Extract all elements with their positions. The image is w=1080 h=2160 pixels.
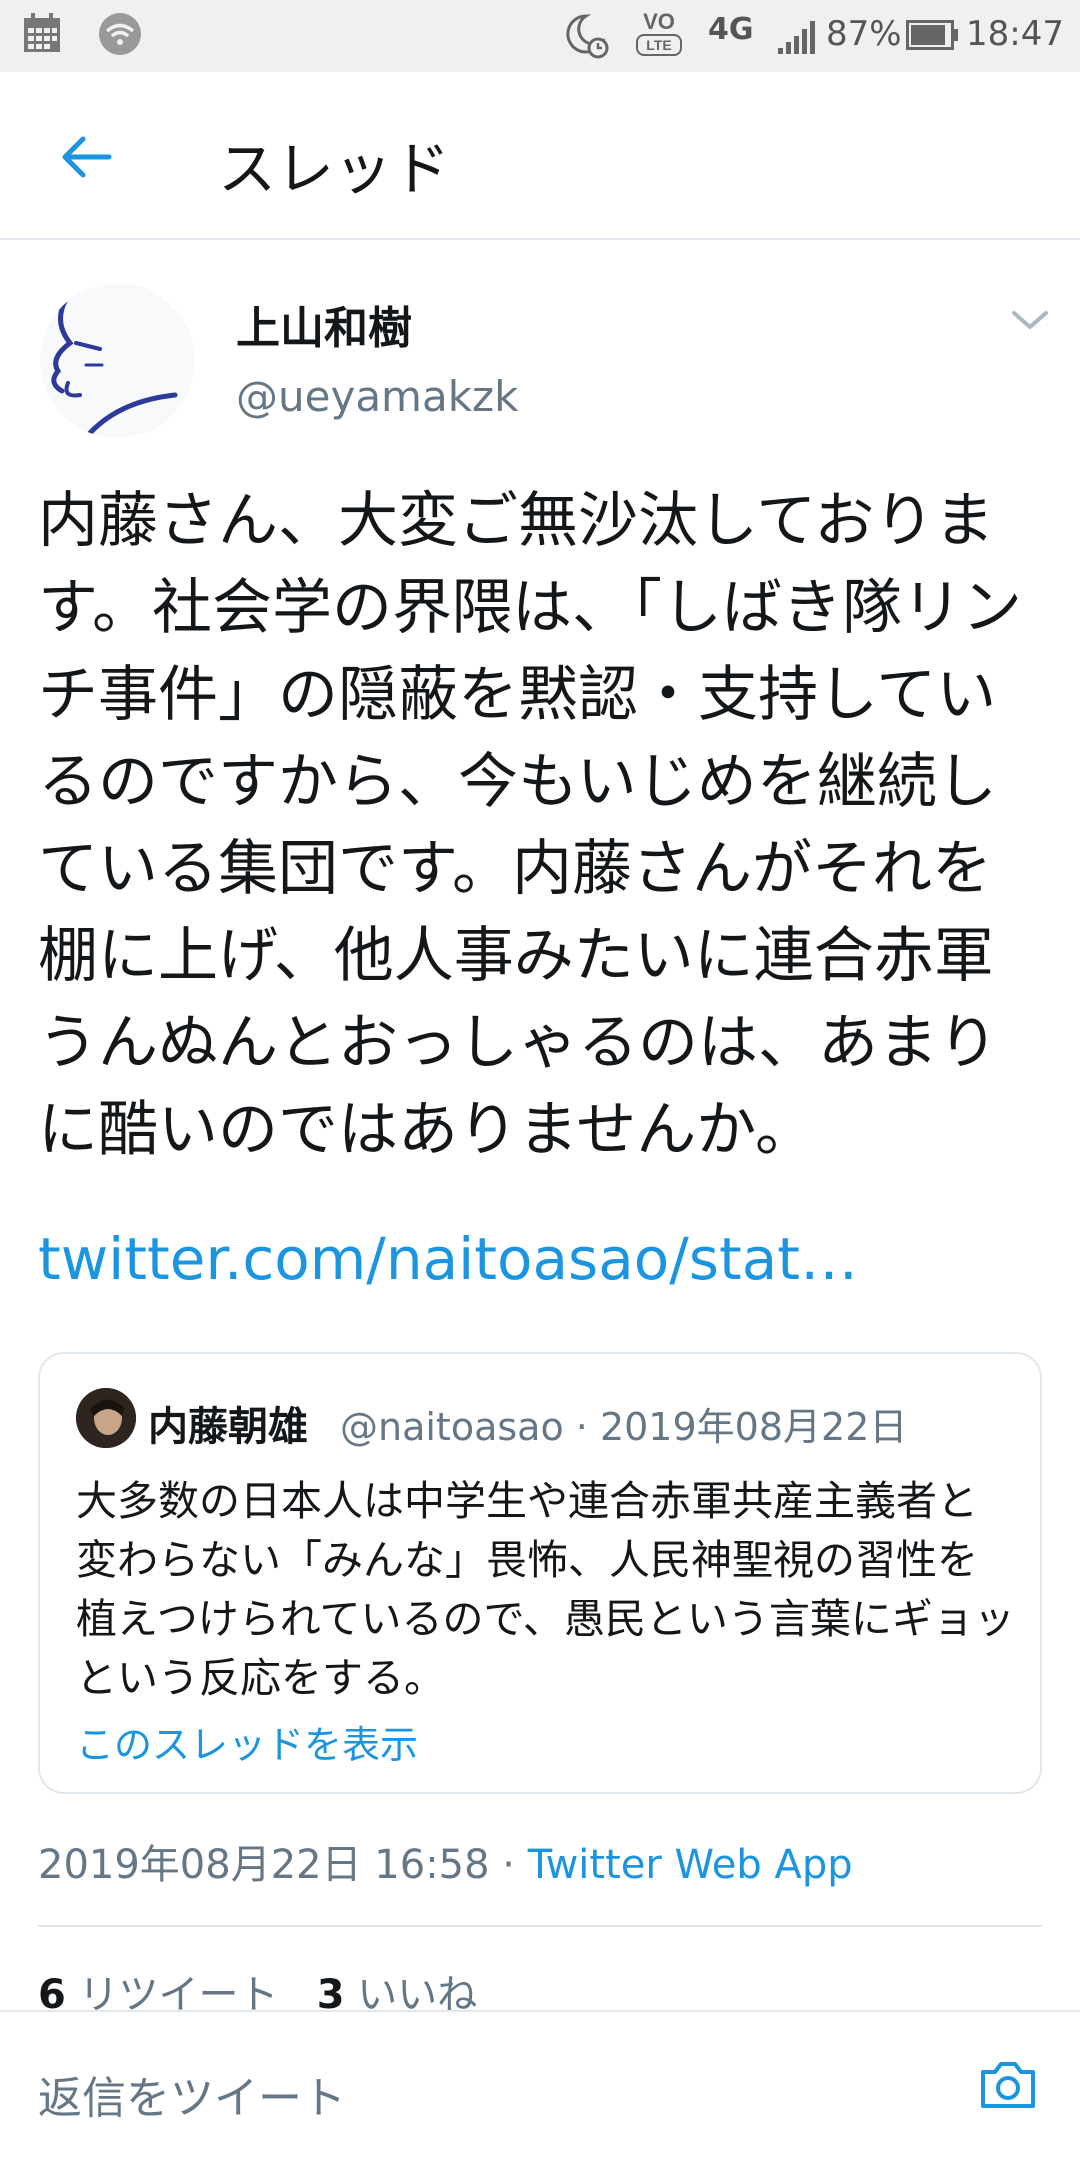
network-type: 4G bbox=[708, 12, 754, 47]
author-handle[interactable]: @ueyamakzk bbox=[236, 372, 518, 421]
app-header: スレッド bbox=[0, 72, 1080, 240]
volte-sub-label: LTE bbox=[636, 34, 682, 56]
camera-icon[interactable] bbox=[975, 2052, 1041, 2118]
quoted-meta: @naitoasao · 2019年08月22日 bbox=[340, 1396, 907, 1451]
page-title: スレッド bbox=[218, 135, 451, 203]
arrow-left-icon bbox=[62, 136, 112, 178]
quoted-tweet-card[interactable]: 内藤朝雄 @naitoasao · 2019年08月22日 大多数の日本人は中学… bbox=[38, 1352, 1042, 1794]
clock: 18:47 bbox=[966, 14, 1064, 54]
signal-icon bbox=[778, 21, 815, 54]
author-display-name[interactable]: 上山和樹 bbox=[236, 292, 412, 356]
quoted-avatar bbox=[76, 1388, 136, 1448]
quoted-date: 2019年08月22日 bbox=[599, 1405, 908, 1449]
face-sketch-icon bbox=[51, 298, 178, 436]
reply-bar: 返信をツイート bbox=[0, 2010, 1080, 2160]
battery-icon bbox=[906, 20, 958, 50]
battery-percent: 87% bbox=[826, 14, 902, 54]
wifi-icon bbox=[99, 13, 141, 55]
quoted-separator: · bbox=[563, 1405, 600, 1449]
do-not-disturb-icon bbox=[566, 14, 609, 59]
divider bbox=[38, 1925, 1042, 1927]
status-bar: VO LTE 4G 87% 18:47 bbox=[0, 0, 1080, 72]
back-button[interactable] bbox=[50, 122, 120, 192]
tweet-source-link[interactable]: Twitter Web App bbox=[528, 1842, 853, 1888]
volte-label: VO bbox=[643, 9, 675, 34]
quoted-display-name: 内藤朝雄 bbox=[148, 1404, 308, 1450]
volte-icon: VO LTE bbox=[636, 10, 682, 62]
calendar-icon bbox=[24, 13, 60, 52]
chevron-down-icon[interactable] bbox=[1008, 305, 1052, 335]
show-thread-link[interactable]: このスレッドを表示 bbox=[76, 1714, 418, 1769]
timestamp-separator: · bbox=[489, 1842, 528, 1888]
quoted-tweet-text: 大多数の日本人は中学生や連合赤軍共産主義者と変わらない「みんな」畏怖、人民神聖視… bbox=[76, 1477, 1015, 1702]
reply-input[interactable]: 返信をツイート bbox=[38, 2062, 346, 2126]
tweet-timestamp-row: 2019年08月22日 16:58 · Twitter Web App bbox=[38, 1832, 853, 1890]
tweet-timestamp: 2019年08月22日 16:58 bbox=[38, 1842, 490, 1888]
tweet-text: 内藤さん、大変ご無沙汰しております。社会学の界隈は、「しばき隊リンチ事件」の隠蔽… bbox=[38, 486, 1022, 1165]
quoted-handle: @naitoasao bbox=[340, 1405, 564, 1449]
avatar[interactable] bbox=[40, 283, 195, 438]
tweet-link[interactable]: twitter.com/naitoasao/stat… bbox=[38, 1225, 858, 1293]
person-photo-icon bbox=[76, 1388, 136, 1448]
